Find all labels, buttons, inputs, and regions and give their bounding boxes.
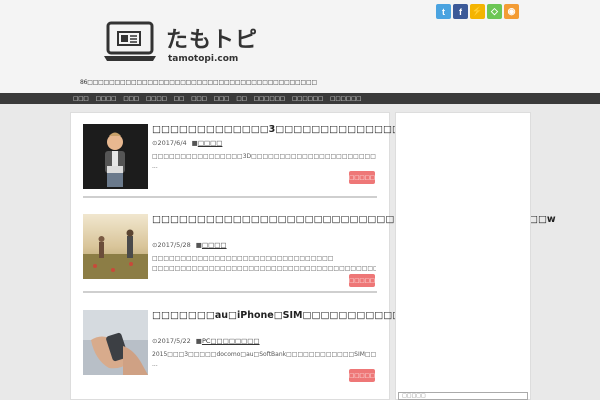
- post-divider: [83, 291, 377, 293]
- post-item: □□□□□□□au□iPhone□SIM□□□□□□□□□□□□□□□□□□□□…: [83, 310, 518, 382]
- date-label: ⊙2017/6/4: [152, 139, 187, 147]
- nav-item[interactable]: □□□□□□: [330, 96, 361, 102]
- category-link[interactable]: PC□□□□□□□□: [202, 337, 260, 345]
- search-input[interactable]: □□□□□: [398, 392, 528, 400]
- post-item: □□□□□□□□□□□□□3□□□□□□□□□□□□□□□□□□□□□□□ ⊙2…: [83, 124, 482, 190]
- facebook-icon[interactable]: f: [453, 4, 468, 19]
- site-tagline: 86□□□□□□□□□□□□□□□□□□□□□□□□□□□□□□□□□□□□□□…: [80, 79, 317, 86]
- post-item: □□□□□□□□□□□□□□□□□□□□□□□□□□□□□□□□□□□□□□□□…: [83, 214, 556, 287]
- nav-item[interactable]: □□□: [123, 96, 139, 102]
- site-header: たもトピ tamotopi.com 86□□□□□□□□□□□□□□□□□□□□…: [0, 0, 600, 93]
- twitter-icon[interactable]: t: [436, 4, 451, 19]
- nav-item[interactable]: □□□: [73, 96, 89, 102]
- post-thumbnail[interactable]: [83, 214, 148, 279]
- global-nav: □□□ □□□□ □□□ □□□□ □□ □□□ □□□ □□ □□□□□□ □…: [0, 93, 600, 104]
- read-more-button[interactable]: □□□□□: [349, 369, 375, 382]
- read-more-button[interactable]: □□□□□: [349, 171, 375, 184]
- nav-item[interactable]: □□□□□□: [292, 96, 323, 102]
- date-label: ⊙2017/5/28: [152, 241, 191, 249]
- category-link[interactable]: □□□□: [202, 241, 227, 249]
- category-label: ■PC□□□□□□□□: [195, 337, 260, 345]
- feedly-icon[interactable]: ◇: [487, 4, 502, 19]
- post-thumbnail[interactable]: [83, 124, 148, 189]
- post-title[interactable]: □□□□□□□□□□□□□3□□□□□□□□□□□□□□□□□□□□□□□: [152, 124, 482, 136]
- logo-domain: tamotopi.com: [168, 54, 239, 64]
- post-excerpt: 2015□□□3□□□□□docomo□au□SoftBank□□□□□□□□□…: [152, 351, 376, 368]
- nav-item[interactable]: □□: [236, 96, 246, 102]
- nav-item[interactable]: □□□: [214, 96, 230, 102]
- site-logo[interactable]: たもトピ tamotopi.com: [104, 20, 257, 80]
- category-label: ■□□□□: [191, 139, 223, 147]
- rss-icon[interactable]: ◉: [504, 4, 519, 19]
- post-thumbnail[interactable]: [83, 310, 148, 375]
- category-link[interactable]: □□□□: [198, 139, 223, 147]
- post-title[interactable]: □□□□□□□□□□□□□□□□□□□□□□□□□□□□□□□□□□□□□□□□…: [152, 214, 556, 226]
- read-more-button[interactable]: □□□□□: [349, 274, 375, 287]
- post-list: □□□□□□□□□□□□□3□□□□□□□□□□□□□□□□□□□□□□□ ⊙2…: [70, 112, 556, 400]
- post-excerpt: □□□□□□□□□□□□□□□□□□□□□□□□□□□□□□□□ □□□□□□□…: [152, 255, 376, 272]
- sidebar: [395, 112, 531, 400]
- post-title[interactable]: □□□□□□□au□iPhone□SIM□□□□□□□□□□□□□□□□□□□□…: [152, 310, 518, 322]
- post-divider: [83, 196, 377, 198]
- nav-item[interactable]: □□□: [191, 96, 207, 102]
- post-meta: ⊙2017/5/28 ■□□□□: [152, 241, 227, 249]
- date-label: ⊙2017/5/22: [152, 337, 191, 345]
- category-label: ■□□□□: [195, 241, 227, 249]
- nav-item[interactable]: □□□□: [146, 96, 167, 102]
- hatena-icon[interactable]: ⚡: [470, 4, 485, 19]
- nav-item[interactable]: □□□□□□: [254, 96, 285, 102]
- post-excerpt: □□□□□□□□□□□□□□□□3D□□□□□□□□□□□□□□□□□□□□□□…: [152, 153, 376, 170]
- post-meta: ⊙2017/5/22 ■PC□□□□□□□□: [152, 337, 260, 345]
- nav-item[interactable]: □□□□: [96, 96, 117, 102]
- logo-title: たもトピ: [166, 28, 259, 53]
- social-buttons: t f ⚡ ◇ ◉: [436, 4, 519, 19]
- laptop-logo-icon: [104, 21, 156, 61]
- nav-item[interactable]: □□: [174, 96, 184, 102]
- post-meta: ⊙2017/6/4 ■□□□□: [152, 139, 222, 147]
